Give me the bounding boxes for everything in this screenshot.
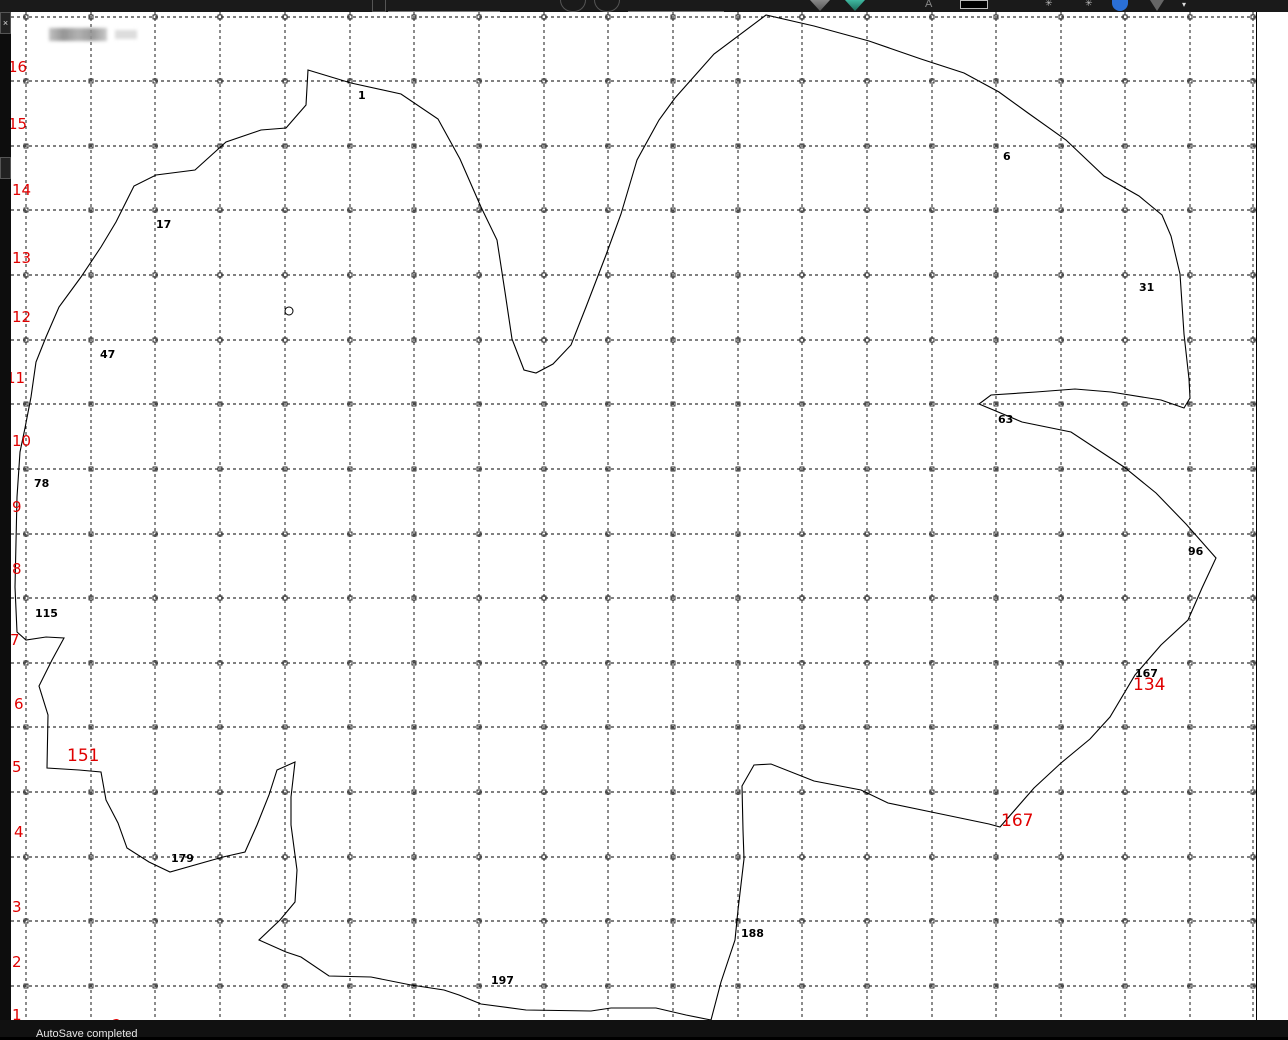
panel-toggle-button[interactable] (0, 157, 11, 179)
point-label: 47 (100, 348, 115, 361)
snap-icon[interactable]: ✳ (1085, 0, 1099, 11)
point-label: 6 (1003, 150, 1011, 163)
highlight-label: 151 (67, 746, 99, 766)
left-panel-strip: × (0, 12, 11, 1020)
snap-icon[interactable]: ✳ (1045, 0, 1059, 11)
close-icon[interactable]: × (0, 12, 11, 34)
blurred-title (115, 30, 137, 39)
grid-drawing: 1234567891011121314151617181916151413121… (11, 12, 1256, 1020)
layer-icon[interactable] (372, 0, 386, 12)
sphere-icon[interactable] (560, 0, 586, 12)
y-axis-label: 16 (11, 58, 27, 76)
y-axis-label: 4 (14, 823, 24, 841)
highlight-label: 134 (1133, 675, 1165, 695)
y-axis-label: 14 (12, 181, 31, 199)
selection-marker[interactable] (284, 306, 294, 316)
status-text: AutoSave completed (36, 1028, 138, 1040)
y-axis-label: 5 (12, 758, 22, 776)
input-field[interactable] (388, 0, 500, 12)
point-label: 179 (171, 852, 194, 865)
diamond-icon[interactable] (810, 0, 830, 11)
y-axis-label: 10 (12, 432, 31, 450)
cube-icon[interactable] (845, 0, 865, 11)
shield-icon[interactable] (1112, 0, 1128, 11)
point-label: 78 (34, 477, 49, 490)
y-axis-label: 2 (12, 953, 22, 971)
sphere-icon[interactable] (594, 0, 620, 12)
y-axis-label: 6 (14, 695, 24, 713)
y-axis-label: 12 (12, 308, 31, 326)
point-label: 115 (35, 607, 58, 620)
blurred-title (49, 28, 107, 41)
point-label: 17 (156, 218, 171, 231)
y-axis-label: 1 (12, 1006, 22, 1020)
y-axis-label: 9 (12, 498, 22, 516)
color-swatch-icon[interactable] (960, 0, 988, 9)
grid (11, 12, 1256, 1020)
top-toolbar: A ✳ ✳ ▾ (0, 0, 1288, 12)
point-label: 197 (491, 974, 514, 987)
diamond-icon[interactable] (1150, 0, 1164, 11)
y-axis-label: 8 (12, 560, 22, 578)
point-label: 188 (741, 927, 764, 940)
highlight-label: 167 (1001, 811, 1033, 831)
point-label: 63 (998, 413, 1013, 426)
value-field[interactable] (628, 0, 724, 12)
y-axis-label: 7 (11, 631, 20, 649)
text-icon[interactable]: A (925, 0, 945, 11)
right-margin (1256, 12, 1288, 1020)
y-axis-label: 11 (11, 369, 25, 387)
dropdown-icon[interactable]: ▾ (1182, 0, 1194, 11)
point-label: 96 (1188, 545, 1204, 558)
y-axis-label: 13 (12, 249, 31, 267)
y-axis-label: 3 (12, 898, 22, 916)
point-label: 1 (358, 89, 366, 102)
drawing-canvas[interactable]: 1234567891011121314151617181916151413121… (11, 12, 1256, 1020)
status-bar (0, 1020, 1288, 1037)
traced-outline (14, 14, 1217, 1020)
y-axis-label: 15 (11, 115, 27, 133)
point-label: 31 (1139, 281, 1154, 294)
